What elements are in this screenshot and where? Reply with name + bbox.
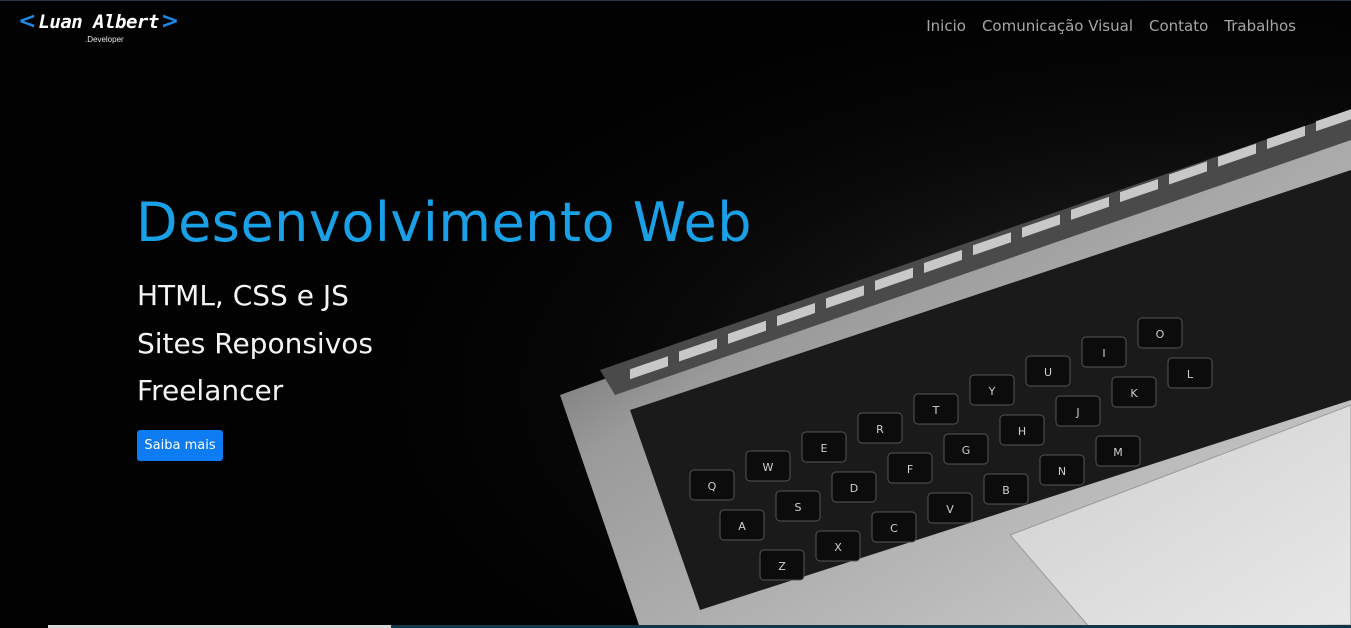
bracket-left-icon: < (18, 9, 37, 34)
nav-item-inicio[interactable]: Inicio (926, 17, 966, 35)
hero-line-sites-responsivos: Sites Reponsivos (137, 326, 373, 360)
bracket-right-icon: > (160, 9, 180, 34)
keyboard-key-label: E (821, 442, 828, 455)
page: Q W E R T Y U I O A S D F G H J K L Z X C V B N M < Luan Albert … (0, 0, 1351, 628)
keyboard-key-label: L (1187, 368, 1194, 381)
keyboard-key-label: C (890, 522, 898, 535)
keyboard-key-label: R (876, 423, 884, 436)
keyboard-key-label: Q (708, 480, 717, 493)
nav-item-contato[interactable]: Contato (1149, 17, 1208, 35)
keyboard-key-label: V (946, 503, 954, 516)
keyboard-key-label: Z (778, 560, 786, 573)
keyboard-key-label: K (1130, 387, 1138, 400)
keyboard-key-label: X (834, 541, 842, 554)
keyboard-key-label: I (1102, 347, 1105, 360)
keyboard-key-label: M (1113, 446, 1123, 459)
keyboard-key-label: O (1156, 328, 1165, 341)
keyboard-key-label: D (850, 482, 858, 495)
keyboard-key-label: G (962, 444, 971, 457)
hero-line-freelancer: Freelancer (137, 374, 284, 407)
keyboard-key-label: Y (988, 385, 996, 398)
keyboard-key-label: N (1058, 465, 1066, 478)
saiba-mais-button[interactable]: Saiba mais (137, 430, 223, 461)
keyboard-key-label: F (907, 463, 913, 476)
keyboard-key-label: B (1002, 484, 1010, 497)
keyboard-key-label: A (738, 520, 746, 533)
keyboard-key-label: S (795, 501, 802, 514)
brand-logo[interactable]: < Luan Albert > .Developer (18, 9, 180, 45)
main-nav: Inicio Comunicação Visual Contato Trabal… (926, 17, 1296, 35)
nav-item-trabalhos[interactable]: Trabalhos (1224, 17, 1296, 35)
hero-lines: HTML, CSS e JS Sites Reponsivos Freelanc… (137, 272, 373, 415)
keyboard-key-label: U (1044, 366, 1052, 379)
hero-line-html-css-js: HTML, CSS e JS (137, 279, 349, 312)
keyboard-key-label: W (763, 461, 774, 474)
brand-subtitle: .Developer (85, 35, 124, 44)
keyboard-key-label: J (1075, 406, 1079, 419)
keyboard-key-label: H (1018, 425, 1026, 438)
keyboard-key-label: T (932, 404, 940, 417)
hero-title: Desenvolvimento Web (136, 191, 752, 254)
nav-item-comunicacao-visual[interactable]: Comunicação Visual (982, 17, 1133, 35)
brand-name: Luan Albert (38, 11, 159, 33)
